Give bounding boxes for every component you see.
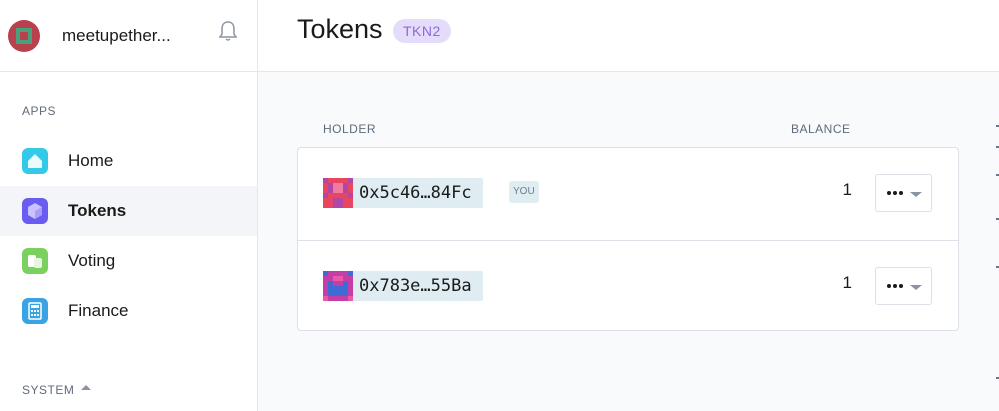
row-actions-button[interactable] — [875, 174, 932, 212]
page-title: Tokens — [297, 14, 383, 44]
identicon — [323, 271, 353, 301]
sidebar: meetupether... APPS Home Tokens Voting F… — [0, 0, 258, 411]
holder-balance: 1 — [842, 180, 852, 199]
org-name[interactable]: meetupether... — [62, 26, 192, 46]
address-badge[interactable]: 0x783e…55Ba — [323, 271, 483, 301]
address-badge[interactable]: 0x5c46…84Fc — [323, 178, 483, 208]
chevron-up-icon[interactable] — [81, 385, 91, 390]
finance-calculator-icon — [22, 298, 48, 324]
bell-icon[interactable] — [218, 20, 238, 42]
voting-icon — [22, 248, 48, 274]
table-row: 0x5c46…84Fc YOU 1 — [298, 148, 958, 240]
sidebar-item-tokens[interactable]: Tokens — [0, 186, 257, 236]
apps-section-label: APPS — [22, 104, 57, 118]
balance-column-header: BALANCE — [791, 122, 851, 136]
chevron-down-icon — [910, 192, 922, 197]
more-dots-icon — [887, 191, 905, 195]
org-avatar — [8, 19, 40, 52]
system-section-label[interactable]: SYSTEM — [22, 383, 74, 397]
you-badge: YOU — [509, 181, 539, 203]
holders-table: 0x5c46…84Fc YOU 1 0x783e…55Ba 1 — [297, 147, 959, 331]
app-header: Tokens TKN2 — [258, 0, 999, 72]
sidebar-item-voting[interactable]: Voting — [0, 236, 257, 286]
token-symbol-badge: TKN2 — [393, 19, 451, 43]
chevron-down-icon — [910, 285, 922, 290]
holder-address: 0x5c46…84Fc — [359, 183, 472, 203]
table-row: 0x783e…55Ba 1 — [298, 240, 958, 332]
tokens-cube-icon — [22, 198, 48, 224]
holder-column-header: HOLDER — [323, 122, 377, 136]
sidebar-item-label: Voting — [68, 251, 116, 270]
identicon — [323, 178, 353, 208]
holder-address: 0x783e…55Ba — [359, 276, 472, 296]
sidebar-item-label: Tokens — [68, 201, 127, 220]
row-actions-button[interactable] — [875, 267, 932, 305]
sidebar-item-label: Home — [68, 151, 114, 170]
more-dots-icon — [887, 284, 905, 288]
sidebar-item-finance[interactable]: Finance — [0, 286, 257, 336]
home-icon — [22, 148, 48, 174]
org-header[interactable]: meetupether... — [0, 0, 257, 72]
sidebar-item-home[interactable]: Home — [0, 136, 257, 186]
sidebar-item-label: Finance — [68, 301, 129, 320]
holder-balance: 1 — [842, 273, 852, 292]
